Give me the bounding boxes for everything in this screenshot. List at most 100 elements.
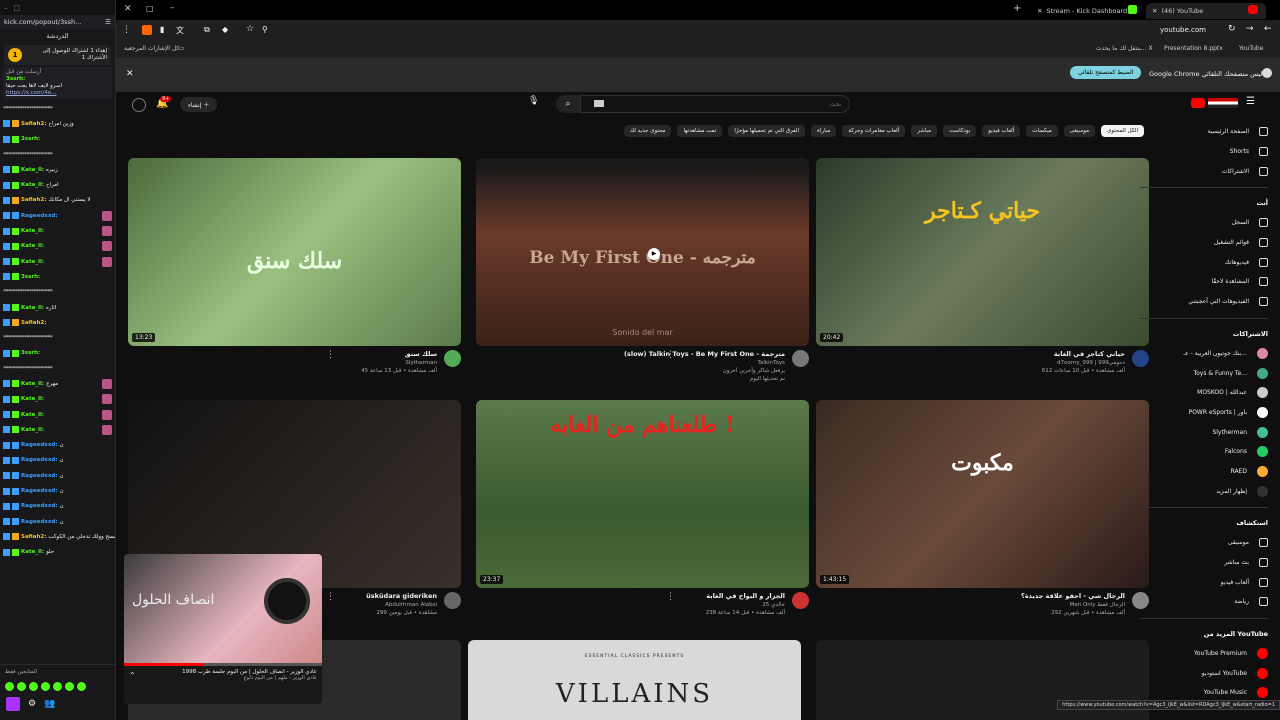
sidebar-item[interactable]: فيديوهاتك <box>1140 252 1268 272</box>
sidebar-item[interactable]: إظهار المزيد <box>1140 481 1268 501</box>
set-default-button[interactable]: الضبط كمتصفح تلقائي <box>1070 66 1142 79</box>
chat-username[interactable]: Rageedxxd: <box>21 473 58 479</box>
channel-avatar[interactable] <box>792 592 809 609</box>
filter-chip[interactable]: الفرق التي تم تحميلها مؤخرًا <box>728 125 805 137</box>
expand-icon[interactable]: ⌃ <box>129 671 136 680</box>
play-icon[interactable]: ▶ <box>648 248 660 260</box>
create-button[interactable]: إنشاء ＋ <box>180 97 218 112</box>
screenshot-icon[interactable]: ⧉ <box>204 25 210 35</box>
sidebar-item[interactable]: Slytherman <box>1140 422 1268 442</box>
close-tab-icon[interactable]: ✕ <box>1037 7 1042 15</box>
chat-username[interactable]: Kate_ll: <box>21 412 44 418</box>
pinned-link[interactable]: https://x.com/4e... <box>6 90 56 96</box>
forward-icon[interactable]: → <box>1246 24 1254 34</box>
more-options-icon[interactable]: ⋮ <box>326 592 335 602</box>
sidebar-item[interactable]: موسيقى <box>1140 533 1268 553</box>
search-input[interactable] <box>580 95 850 113</box>
reload-icon[interactable]: ↻ <box>1228 24 1236 34</box>
filter-chip[interactable]: تمت مشاهدتها <box>677 125 723 137</box>
video-title[interactable]: (slow) Talkin Toys - Be My First One - م… <box>476 350 785 358</box>
miniplayer[interactable]: انصاف الحلول ⌃ عادي الوزير - انصاف الحلو… <box>124 554 322 704</box>
chat-username[interactable]: Rageedxxd: <box>21 488 58 494</box>
cast-icon[interactable]: ◆ <box>222 25 228 34</box>
sidebar-section-header[interactable]: الاشتراكات <box>1140 325 1268 343</box>
translate-icon[interactable]: 文 <box>176 25 184 36</box>
filter-chip[interactable]: مباراة <box>811 125 837 137</box>
tab-kick-dashboard[interactable]: ✕ Stream - Kick Dashboard <box>1031 3 1141 19</box>
chat-username[interactable]: Kate_ll: <box>21 228 44 234</box>
chat-username[interactable]: Kata_ll: <box>21 182 44 188</box>
sidebar-item[interactable]: Falcons <box>1140 442 1268 462</box>
channel-name[interactable]: Men Only الرجال فقط <box>816 602 1125 608</box>
all-bookmarks[interactable]: كل الإشارات المرجعية <box>124 45 179 52</box>
emote-icon[interactable] <box>65 682 74 691</box>
chat-username[interactable]: Kate_ll: <box>21 396 44 402</box>
chat-username[interactable]: Kate_ll: <box>21 427 44 433</box>
chat-username[interactable]: 3ssrh: <box>21 274 40 280</box>
filter-chip[interactable]: الكل المحتوى <box>1101 125 1144 137</box>
channel-name[interactable]: Slytherman <box>128 360 437 366</box>
hamburger-menu-icon[interactable]: ☰ <box>1246 96 1255 107</box>
new-tab-icon[interactable]: + <box>1013 3 1021 14</box>
chat-username[interactable]: Safiah2: <box>21 534 46 540</box>
video-card[interactable]: طلعناهم من الغابه ! 23:37 ⋮ الجزار و البواح… <box>326 400 809 632</box>
channel-name[interactable]: خالدي 25 <box>476 602 785 608</box>
chat-username[interactable]: Kate_ll: <box>21 549 44 555</box>
video-thumbnail[interactable]: حياتي كـتاجر 20:42 <box>816 158 1149 346</box>
video-title[interactable]: حياتي كتاجر في الغابة <box>816 350 1125 358</box>
filter-chip[interactable]: محتوى جديد لك <box>623 125 672 137</box>
filter-chip[interactable]: موسيقى <box>1063 125 1096 137</box>
search-icon[interactable]: ⌕ <box>556 95 580 113</box>
sidebar-section-header[interactable]: استكشاف <box>1140 514 1268 532</box>
close-icon[interactable]: ✕ <box>126 69 134 79</box>
video-card[interactable]: مكبوت 1:43:15 ⋮ الرجال شي - احقو علاقة جديد… <box>666 400 1149 632</box>
sidebar-item[interactable]: بث مباشر <box>1140 553 1268 573</box>
sidebar-item[interactable]: قوائم التشغيل <box>1140 233 1268 253</box>
video-thumbnail[interactable]: Be My First One - مترجمه Sonido del mar ▶ <box>476 158 809 346</box>
sidebar-item[interactable]: Shorts <box>1140 142 1268 162</box>
chat-username[interactable]: Kata_ll: <box>21 305 44 311</box>
channel-name[interactable]: d7oorny_999 | دحومي999 <box>816 360 1125 366</box>
close-window-icon[interactable]: ✕ <box>124 4 132 14</box>
sidebar-item[interactable]: الفيديوهات التي أعجبتني <box>1140 292 1268 312</box>
filter-chip[interactable]: ميكسات <box>1026 125 1058 137</box>
youtube-logo-icon[interactable] <box>1191 98 1205 108</box>
channel-avatar[interactable] <box>444 592 461 609</box>
miniplayer-video[interactable]: انصاف الحلول <box>124 554 322 666</box>
video-thumbnail[interactable]: طلعناهم من الغابه ! 23:37 <box>476 400 809 588</box>
emote-icon[interactable] <box>5 682 14 691</box>
emote-icon[interactable] <box>77 682 86 691</box>
sidebar-item[interactable]: رياضة <box>1140 592 1268 612</box>
filter-chip[interactable]: ألعاب مغامرات وحركة <box>842 125 906 137</box>
video-title[interactable]: سلك سنق <box>128 350 437 358</box>
filter-chip[interactable]: بودكاست <box>943 125 977 137</box>
chat-username[interactable]: Safiah2: <box>21 197 46 203</box>
bookmark-youtube[interactable]: YouTube <box>1239 45 1263 52</box>
sidebar-item[interactable]: المشاهدة لاحقًا <box>1140 272 1268 292</box>
chat-username[interactable]: Rageedxxd: <box>21 213 58 219</box>
address-bar[interactable]: youtube.com <box>1160 26 1206 34</box>
video-card[interactable]: حياتي كـتاجر 20:42 ⋮ حياتي كتاجر في الغابة d… <box>666 158 1149 390</box>
account-avatar[interactable] <box>132 98 146 112</box>
filter-chip[interactable]: مباشر <box>911 125 938 137</box>
sidebar-item[interactable]: بنك جوتيون العربية - عـ... <box>1140 344 1268 364</box>
sidepanel-icon[interactable]: ▮ <box>160 25 164 34</box>
chat-username[interactable]: Kate_ll: <box>21 243 44 249</box>
sidebar-item[interactable]: RAED <box>1140 462 1268 482</box>
chat-username[interactable]: Kata_ll: <box>21 167 44 173</box>
channel-avatar[interactable] <box>792 350 809 367</box>
more-options-icon[interactable]: ⋮ <box>666 592 675 602</box>
sidebar-item[interactable]: الاشتراكات <box>1140 161 1268 181</box>
bookmark-star-icon[interactable]: ☆ <box>246 24 254 34</box>
voice-search-icon[interactable]: 🎙 <box>528 96 539 106</box>
video-thumbnail[interactable]: سلك سنق 13:23 <box>128 158 461 346</box>
video-card[interactable]: سلك سنق13:23⋮سلك سنقSlytherman45 ألف مشا… <box>128 158 461 390</box>
menu-icon[interactable]: ☰ <box>105 18 111 26</box>
more-options-icon[interactable]: ⋮ <box>326 350 335 360</box>
video-card[interactable]: Be My First One - مترجمه Sonido del mar ▶ ⋮… <box>326 158 809 390</box>
popout-url-bar[interactable]: kick.com/popout/3ssh... ☰ <box>0 15 115 29</box>
back-icon[interactable]: ← <box>1264 24 1272 34</box>
chat-username[interactable]: Rageedxxd: <box>21 503 58 509</box>
restore-icon[interactable]: □ <box>14 4 21 12</box>
sidebar-item[interactable]: YouTube Premium <box>1140 644 1268 664</box>
